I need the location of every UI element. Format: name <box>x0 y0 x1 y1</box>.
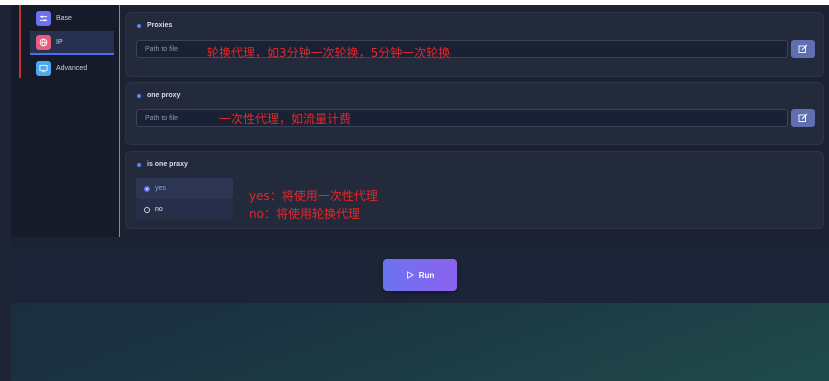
one-proxy-placeholder: Path to file <box>145 114 179 122</box>
is-one-proxy-card: is one praxy yes no <box>125 151 824 229</box>
radio-label-yes: yes <box>155 185 166 192</box>
radio-option-yes[interactable]: yes <box>136 178 233 199</box>
sidebar-item-label: Base <box>56 14 72 22</box>
monitor-icon <box>36 60 51 76</box>
bullet-dot <box>137 23 141 28</box>
proxies-title-text: Proxies <box>147 22 173 29</box>
one-proxy-title-text: one proxy <box>147 92 181 99</box>
proxies-edit-button[interactable] <box>791 40 815 58</box>
run-button[interactable]: Run <box>383 259 457 291</box>
is-one-proxy-title-text: is one praxy <box>147 161 188 168</box>
globe-icon <box>36 34 51 50</box>
bullet-dot <box>137 162 141 167</box>
annotation-red-line <box>19 5 21 78</box>
no-annotation: no：将使用轮换代理 <box>249 207 360 221</box>
one-proxy-annotation: 一次性代理，如流量计费 <box>219 112 352 126</box>
run-button-label: Run <box>418 270 435 280</box>
bullet-dot <box>137 93 141 98</box>
radio-checked-icon <box>144 185 150 192</box>
proxies-placeholder: Path to file <box>145 45 179 53</box>
one-proxy-edit-button[interactable] <box>791 109 815 127</box>
proxies-annotation: 轮换代理，如3分钟一次轮换，5分钟一次轮换 <box>207 46 451 60</box>
sliders-icon <box>36 10 51 26</box>
edit-icon <box>798 44 808 53</box>
sidebar-item-label: Advanced <box>56 64 88 72</box>
play-icon <box>406 271 414 279</box>
is-one-proxy-title: is one praxy <box>137 161 188 168</box>
yes-annotation: yes：将使用一次性代理 <box>249 189 378 203</box>
sidebar-item-label: IP <box>56 38 63 46</box>
sidebar-item-ip[interactable]: IP <box>30 31 114 55</box>
edit-icon <box>798 113 808 122</box>
radio-unchecked-icon <box>144 206 150 213</box>
radio-option-no[interactable]: no <box>136 199 233 220</box>
sidebar-item-base[interactable]: Base <box>30 7 114 29</box>
proxies-title: Proxies <box>137 22 172 29</box>
sidebar-divider <box>119 5 120 237</box>
radio-label-no: no <box>155 206 163 213</box>
sidebar-item-advanced[interactable]: Advanced <box>30 57 114 79</box>
left-edge-strip <box>0 5 11 381</box>
one-proxy-title: one proxy <box>137 92 180 99</box>
